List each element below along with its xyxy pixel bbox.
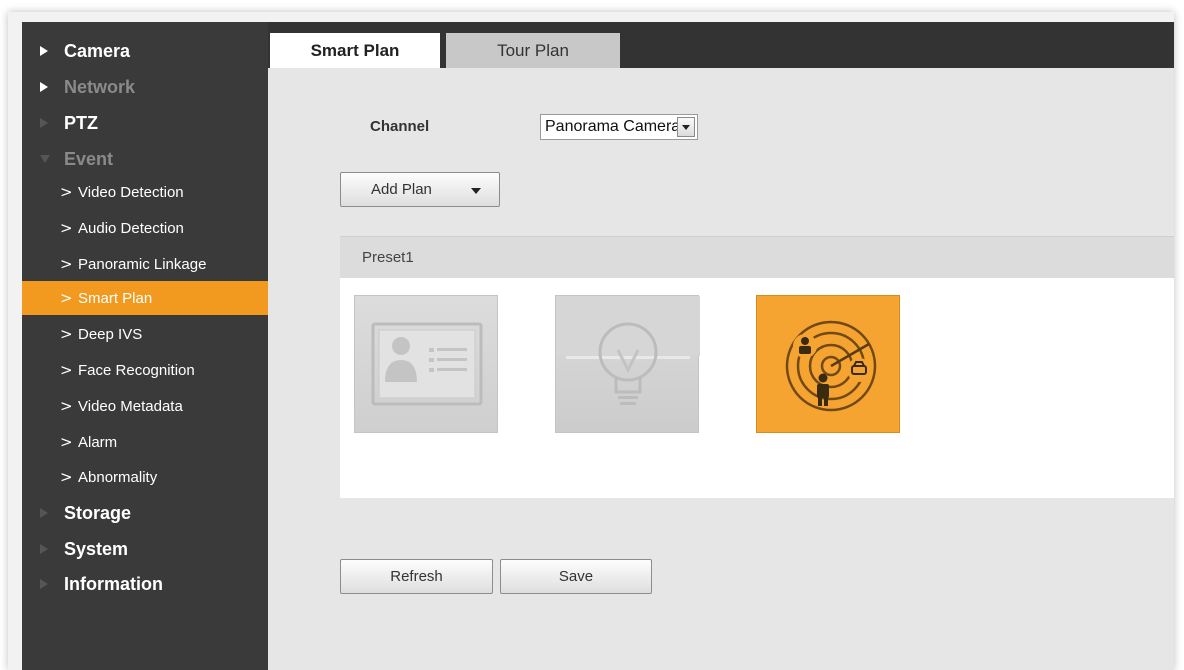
add-plan-label: Add Plan [371,181,432,198]
sidebar-item-system[interactable]: System [22,532,268,566]
sidebar-item-face-recognition[interactable]: > Face Recognition [22,353,268,387]
chevron-down-icon[interactable] [677,117,695,137]
channel-label: Channel [370,118,430,135]
sidebar-item-abnormality[interactable]: > Abnormality [22,460,268,494]
collapsed-arrow-icon [40,508,48,518]
tab-smart-plan[interactable]: Smart Plan [270,33,440,68]
sidebar-item-ptz[interactable]: PTZ [22,106,268,140]
sidebar-item-label: Network [64,76,136,97]
sidebar-item-label: Event [64,148,114,169]
dropdown-caret-icon [471,188,481,194]
tab-tour-plan[interactable]: Tour Plan [446,33,620,68]
collapsed-arrow-icon [40,118,48,128]
plan-tile-video-metadata[interactable] [756,295,900,433]
preset-header: Preset1 [340,236,1174,278]
chevron-right-icon: > [60,433,73,451]
sidebar-item-information[interactable]: Information [22,567,268,601]
collapsed-arrow-icon [40,579,48,589]
sidebar-item-label: Video Detection [78,183,184,201]
add-plan-button[interactable]: Add Plan [340,172,500,207]
sidebar-item-event[interactable]: Event [22,142,268,176]
sidebar-item-audio-detection[interactable]: > Audio Detection [22,211,268,245]
video-metadata-radar-icon [785,320,877,412]
collapsed-arrow-icon [40,544,48,554]
sidebar-item-label: Camera [64,40,131,61]
sidebar-nav: Camera Network PTZ Event > Video Detecti… [22,22,268,670]
chevron-right-icon: > [60,361,73,379]
plan-tile-face-recognition[interactable] [354,295,498,433]
sidebar-item-label: Smart Plan [78,289,153,307]
expanded-arrow-icon [40,155,50,163]
chevron-right-icon: > [60,289,73,307]
sidebar-item-label: Audio Detection [78,219,184,237]
save-button[interactable]: Save [500,559,652,594]
channel-select-value: Panorama Camera [545,118,677,135]
sidebar-item-deep-ivs[interactable]: > Deep IVS [22,317,268,351]
sidebar-item-video-detection[interactable]: > Video Detection [22,175,268,209]
chevron-right-icon: > [60,183,73,201]
sidebar-item-network[interactable]: Network [22,70,268,104]
sidebar-item-video-metadata[interactable]: > Video Metadata [22,389,268,423]
ivs-lightbulb-icon [556,296,700,405]
sidebar-item-label: Panoramic Linkage [78,255,207,273]
sidebar-item-label: Face Recognition [78,361,195,379]
tab-bar: Smart Plan Tour Plan [268,22,1174,68]
collapsed-arrow-icon [40,46,48,56]
sidebar-item-label: Storage [64,502,132,523]
chevron-right-icon: > [60,325,73,343]
chevron-right-icon: > [60,468,73,486]
sidebar-item-camera[interactable]: Camera [22,34,268,68]
face-recognition-icon [371,322,483,406]
sidebar-item-panoramic-linkage[interactable]: > Panoramic Linkage [22,247,268,281]
chevron-right-icon: > [60,397,73,415]
sidebar-item-label: Alarm [78,433,118,451]
chevron-right-icon: > [60,219,73,237]
sidebar-item-label: PTZ [64,112,98,133]
channel-select[interactable]: Panorama Camera [540,114,698,140]
sidebar-item-label: Abnormality [78,468,158,486]
sidebar-item-label: Video Metadata [78,397,183,415]
sidebar-item-label: Information [64,573,163,594]
refresh-button[interactable]: Refresh [340,559,493,594]
collapsed-arrow-icon [40,82,48,92]
chevron-right-icon: > [60,255,73,273]
sidebar-item-label: System [64,538,129,559]
preset-title: Preset1 [362,249,414,266]
sidebar-item-storage[interactable]: Storage [22,496,268,530]
sidebar-item-label: Deep IVS [78,325,143,343]
sidebar-item-alarm[interactable]: > Alarm [22,425,268,459]
plan-tile-ivs[interactable] [555,295,700,433]
sidebar-item-smart-plan[interactable]: > Smart Plan [22,281,268,315]
